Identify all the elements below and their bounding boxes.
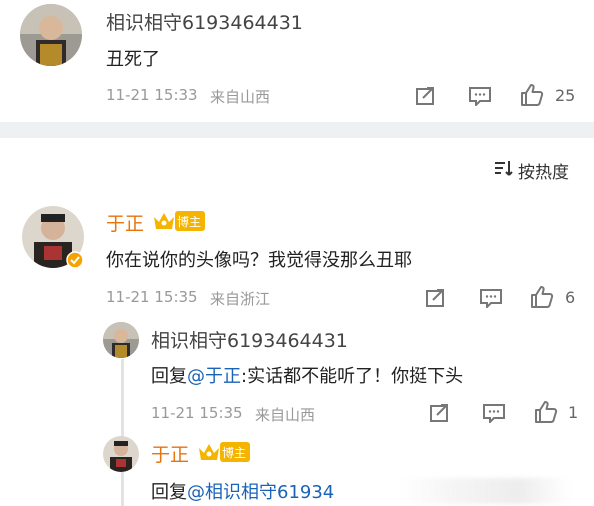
like-count: 25 [555,86,576,105]
reply-text: 回复@相识相守61934 [151,478,334,504]
comment-time: 11-21 15:35 [106,288,198,306]
reply-prefix: 回复 [151,366,187,387]
comment-location: 来自山西 [255,406,316,424]
avatar-image [103,322,139,358]
username[interactable]: 于正 [151,440,189,467]
comment-icon[interactable] [482,402,506,424]
blurred-overlay [400,478,570,504]
reply-thread-line [121,359,124,506]
avatar-image [103,436,139,472]
crown-icon [198,442,220,462]
like-icon[interactable] [530,284,556,310]
comment-time: 11-21 15:35 [151,404,243,422]
section-divider [0,122,594,138]
reply-body: :实话都不能听了！你挺下头 [241,366,464,387]
comment-icon[interactable] [479,287,503,309]
avatar[interactable] [103,322,139,358]
share-icon[interactable] [415,85,439,107]
username[interactable]: 于正 [106,209,144,236]
mention-link[interactable]: @于正 [187,366,241,387]
comment-text: 你在说你的头像吗？我觉得没那么丑耶 [106,250,412,271]
sort-label: 按热度 [518,163,569,183]
mention-link[interactable]: @相识相守61934 [187,482,334,503]
blogger-badge: 博主 [153,211,206,231]
username[interactable]: 相识相守6193464431 [106,8,303,35]
badge-label: 博主 [220,442,251,462]
like-icon[interactable] [520,82,546,108]
like-count: 1 [568,403,579,422]
verified-icon [66,251,84,269]
share-icon[interactable] [425,287,449,309]
blogger-badge: 博主 [198,442,251,462]
comment-location: 来自山西 [210,88,271,106]
comment-icon[interactable] [468,85,492,107]
reply-text: 回复@于正:实话都不能听了！你挺下头 [151,362,463,388]
avatar[interactable] [20,4,82,66]
username[interactable]: 相识相守6193464431 [151,326,348,353]
share-icon[interactable] [429,402,453,424]
avatar[interactable] [103,436,139,472]
reply-prefix: 回复 [151,482,187,503]
avatar-image [20,4,82,66]
like-count: 6 [565,288,576,307]
sort-button[interactable]: 按热度 [494,158,569,183]
badge-label: 博主 [175,211,206,231]
crown-icon [153,211,175,231]
comment-location: 来自浙江 [210,290,271,308]
comment-time: 11-21 15:33 [106,86,198,104]
like-icon[interactable] [534,399,560,425]
comment-text: 丑死了 [106,49,160,70]
sort-icon [494,159,514,182]
